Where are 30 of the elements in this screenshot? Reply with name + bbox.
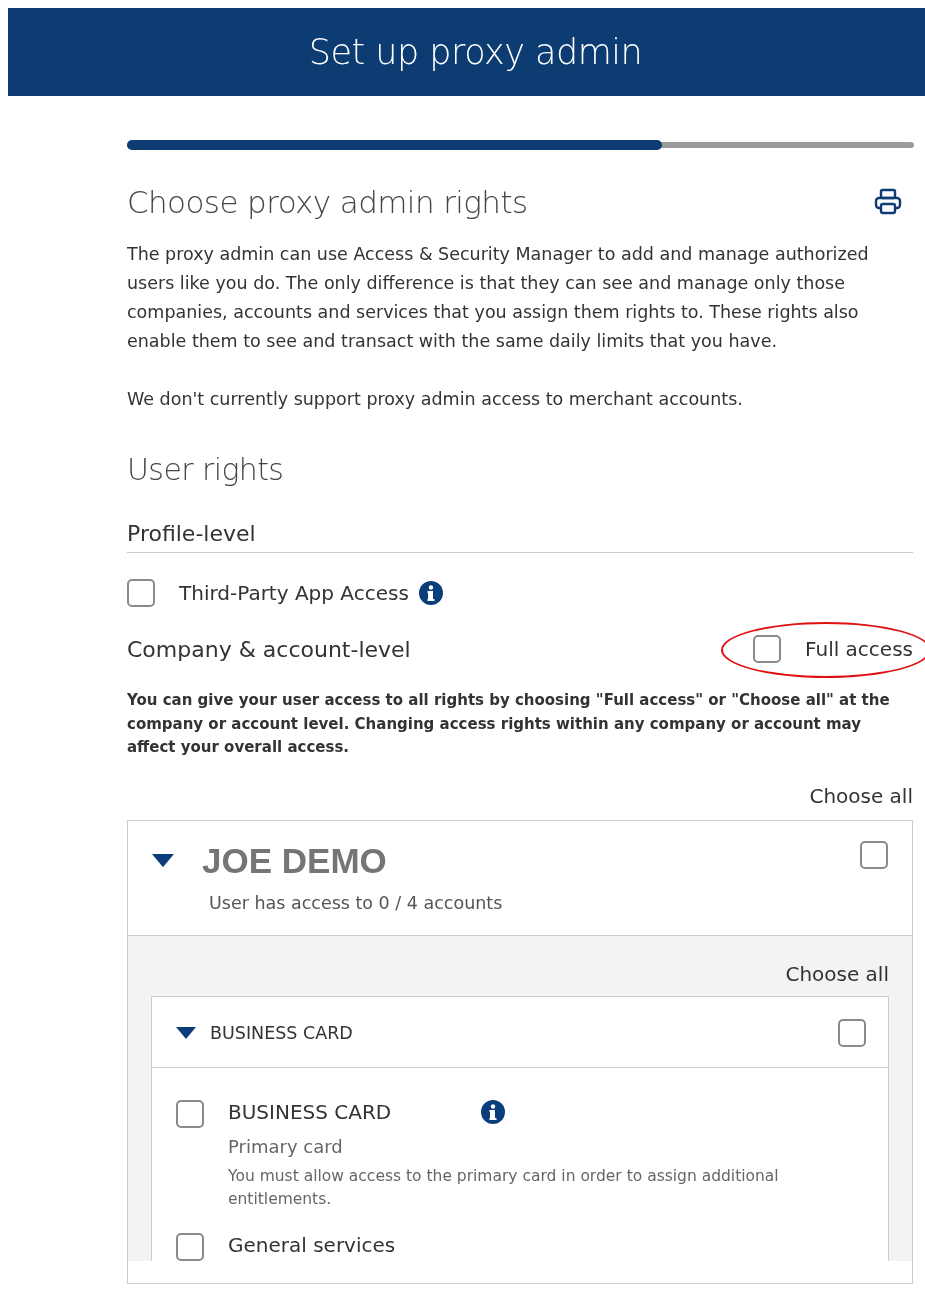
info-icon[interactable] bbox=[481, 1099, 506, 1124]
checkbox-label: BUSINESS CARD bbox=[228, 1099, 392, 1124]
checkbox[interactable] bbox=[176, 1099, 204, 1128]
group-heading: Company & account-level bbox=[127, 636, 411, 662]
info-icon[interactable] bbox=[418, 581, 443, 605]
checkbox[interactable] bbox=[176, 1232, 204, 1261]
description-text: The proxy admin can use Access & Security Manager to add and manage authorized users like you do. The only difference is that they can see and manage only those companies, accounts and services that you assign them rights to. These rights also enable them to see and transact with the same daily limits that you have. bbox=[127, 243, 870, 353]
subsection-heading: User rights bbox=[127, 452, 285, 487]
checkbox-label: Third-Party App Access bbox=[179, 581, 409, 605]
checkbox[interactable] bbox=[753, 635, 782, 663]
print-icon[interactable] bbox=[873, 187, 903, 217]
company-name: JOE DEMO bbox=[202, 840, 387, 881]
description-text: We don't currently support proxy admin access to merchant accounts. bbox=[127, 388, 744, 411]
caret-icon[interactable] bbox=[152, 853, 174, 868]
checkbox-label: Full access bbox=[805, 637, 913, 661]
access-summary: User has access to 0 / 4 accounts bbox=[209, 892, 503, 913]
choose-all-label: Choose all bbox=[808, 783, 913, 808]
checkbox[interactable] bbox=[838, 1018, 866, 1047]
caret-icon[interactable] bbox=[176, 1026, 196, 1039]
page-header-title: Set up proxy admin bbox=[308, 32, 643, 72]
group-heading: Profile-level bbox=[127, 521, 913, 553]
hint-text: You must allow access to the primary card in order to assign additional entitlements. bbox=[228, 1165, 780, 1210]
account-name: BUSINESS CARD bbox=[210, 1022, 353, 1043]
checkbox-label: General services bbox=[228, 1232, 396, 1257]
card-type-label: Primary card bbox=[228, 1135, 344, 1157]
choose-all-label: Choose all bbox=[784, 961, 889, 986]
section-heading: Choose proxy admin rights bbox=[127, 184, 528, 220]
checkbox[interactable] bbox=[127, 579, 155, 607]
checkbox[interactable] bbox=[860, 840, 888, 869]
note-text: You can give your user access to all rights by choosing "Full access" or "Choose all" at the company or account level. Changing access rights within any company or account may affect your overall access. bbox=[127, 690, 891, 758]
